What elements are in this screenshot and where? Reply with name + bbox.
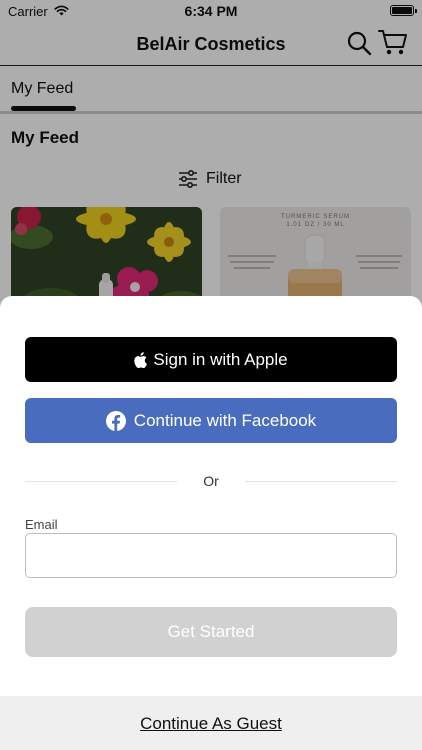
- guest-bar: Continue As Guest: [0, 696, 422, 750]
- apple-button-label: Sign in with Apple: [153, 349, 288, 369]
- email-field[interactable]: [25, 533, 397, 578]
- sign-in-sheet: Sign in with Apple Continue with Faceboo…: [0, 296, 422, 750]
- get-started-button[interactable]: Get Started: [25, 607, 397, 657]
- email-label: Email: [25, 517, 58, 532]
- divider-right: [245, 481, 397, 482]
- sign-in-with-apple-button[interactable]: Sign in with Apple: [25, 337, 397, 382]
- facebook-button-label: Continue with Facebook: [133, 410, 317, 430]
- facebook-logo-icon: [105, 410, 126, 431]
- continue-as-guest-link[interactable]: Continue As Guest: [0, 714, 422, 734]
- continue-with-facebook-button[interactable]: Continue with Facebook: [25, 398, 397, 443]
- get-started-label: Get Started: [167, 622, 255, 641]
- apple-logo-icon: [134, 351, 148, 368]
- divider-left: [25, 481, 177, 482]
- or-separator: Or: [203, 473, 219, 489]
